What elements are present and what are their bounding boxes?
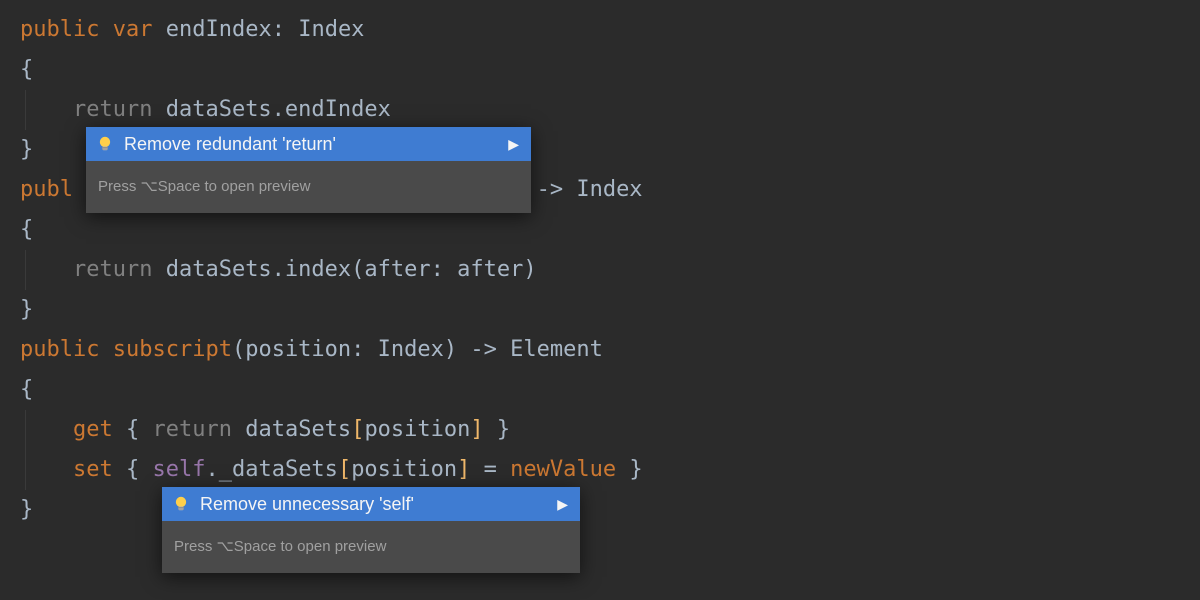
code-line: public var endIndex: Index xyxy=(0,10,1200,50)
expression: dataSets.index xyxy=(166,257,351,282)
code-editor[interactable]: public var endIndex: Index { return data… xyxy=(0,0,1200,530)
code-line: { xyxy=(0,210,1200,250)
type-name: Index xyxy=(298,17,364,42)
brace-open: { xyxy=(20,217,33,242)
keyword-newvalue: newValue xyxy=(510,457,616,482)
colon: : xyxy=(351,337,364,362)
expression: dataSets.endIndex xyxy=(166,97,391,122)
code-line: return dataSets.index(after: after) xyxy=(0,250,1200,290)
code-line: { xyxy=(0,50,1200,90)
accessor-set: set xyxy=(73,457,113,482)
colon: : xyxy=(272,17,285,42)
brace-close: } xyxy=(20,137,33,162)
keyword-return: return xyxy=(152,417,231,442)
keyword-var: var xyxy=(113,17,153,42)
intention-popup: Remove redundant 'return' ▶ Press ⌥Space… xyxy=(86,127,531,213)
param-name: position xyxy=(245,337,351,362)
brace-close: } xyxy=(484,417,511,442)
keyword-public: publ xyxy=(20,177,73,202)
keyword-public: public xyxy=(20,17,99,42)
submenu-arrow-icon: ▶ xyxy=(508,124,519,164)
type-name: Index xyxy=(576,177,642,202)
code-line: } xyxy=(0,290,1200,330)
identifier: endIndex xyxy=(166,17,272,42)
brace-close: } xyxy=(616,457,643,482)
argument: after xyxy=(444,257,523,282)
arrow: -> xyxy=(537,177,564,202)
code-line: get { return dataSets[position] } xyxy=(0,410,1200,450)
subscript-index: position xyxy=(351,457,457,482)
submenu-arrow-icon: ▶ xyxy=(557,484,568,524)
intention-popup: Remove unnecessary 'self' ▶ Press ⌥Space… xyxy=(162,487,580,573)
lightbulb-icon xyxy=(96,135,114,153)
brace-open: { xyxy=(20,377,33,402)
paren-close: ) xyxy=(444,337,457,362)
equals: = xyxy=(470,457,510,482)
paren-open: ( xyxy=(232,337,245,362)
keyword-public: public xyxy=(20,337,99,362)
lightbulb-icon xyxy=(172,495,190,513)
paren-open: ( xyxy=(351,257,364,282)
type-name: Index xyxy=(364,337,443,362)
arg-label: after xyxy=(364,257,430,282)
keyword-subscript: subscript xyxy=(113,337,232,362)
brace-open: { xyxy=(113,417,153,442)
bracket-close: ] xyxy=(457,457,470,482)
colon: : xyxy=(431,257,444,282)
keyword-return: return xyxy=(73,257,152,282)
intention-action-label: Remove unnecessary 'self' xyxy=(200,484,414,524)
keyword-self: self xyxy=(152,457,205,482)
brace-open: { xyxy=(113,457,153,482)
subscript-index: position xyxy=(364,417,470,442)
bracket-open: [ xyxy=(351,417,364,442)
intention-action-item[interactable]: Remove redundant 'return' ▶ xyxy=(86,127,531,161)
expression: dataSets xyxy=(232,417,351,442)
type-name: Element xyxy=(510,337,603,362)
brace-close: } xyxy=(20,497,33,522)
brace-open: { xyxy=(20,57,33,82)
intention-hint: Press ⌥Space to open preview xyxy=(162,521,580,573)
code-line: { xyxy=(0,370,1200,410)
intention-action-label: Remove redundant 'return' xyxy=(124,124,336,164)
code-line: set { self._dataSets[position] = newValu… xyxy=(0,450,1200,490)
paren-close: ) xyxy=(523,257,536,282)
arrow: -> xyxy=(457,337,510,362)
accessor-get: get xyxy=(73,417,113,442)
bracket-open: [ xyxy=(338,457,351,482)
field-name: _dataSets xyxy=(219,457,338,482)
brace-close: } xyxy=(20,297,33,322)
intention-action-item[interactable]: Remove unnecessary 'self' ▶ xyxy=(162,487,580,521)
keyword-return: return xyxy=(73,97,152,122)
intention-hint: Press ⌥Space to open preview xyxy=(86,161,531,213)
bracket-close: ] xyxy=(470,417,483,442)
code-line: public subscript(position: Index) -> Ele… xyxy=(0,330,1200,370)
dot: . xyxy=(205,457,218,482)
